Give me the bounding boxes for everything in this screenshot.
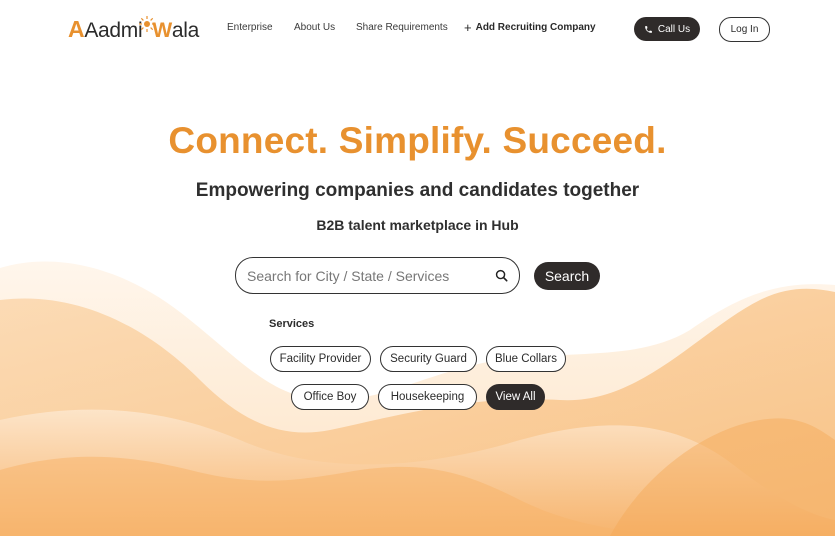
view-all-button[interactable]: View All [486, 384, 545, 410]
search-box [235, 257, 520, 294]
nav-add-recruiting-company[interactable]: + Add Recruiting Company [464, 19, 596, 35]
hero-tagline: B2B talent marketplace in Hub [316, 217, 519, 233]
hero-title: Connect. Simplify. Succeed. [168, 120, 667, 161]
site-header: AAadmi Wala Enterprise About Us Share Req… [0, 0, 835, 58]
service-chip-blue-collars[interactable]: Blue Collars [486, 346, 566, 372]
call-us-label: Call Us [657, 23, 691, 35]
logo-w: W [152, 18, 172, 42]
brand-logo[interactable]: AAadmi Wala [68, 14, 199, 44]
plus-icon: + [464, 19, 472, 35]
search-input[interactable] [247, 258, 487, 293]
services-label: Services [269, 318, 315, 330]
logo-text-end: ala [171, 18, 199, 42]
nav-enterprise[interactable]: Enterprise [227, 22, 273, 33]
call-us-button[interactable]: Call Us [634, 17, 700, 41]
service-chip-facility-provider[interactable]: Facility Provider [270, 346, 371, 372]
login-button[interactable]: Log In [719, 17, 770, 42]
nav-about-us[interactable]: About Us [294, 22, 335, 33]
service-chip-security-guard[interactable]: Security Guard [380, 346, 477, 372]
nav-share-requirements[interactable]: Share Requirements [356, 22, 448, 33]
search-icon[interactable] [495, 269, 508, 282]
service-chip-housekeeping[interactable]: Housekeeping [378, 384, 477, 410]
search-button[interactable]: Search [534, 262, 600, 290]
nav-add-label: Add Recruiting Company [475, 22, 596, 33]
phone-icon [645, 25, 652, 33]
logo-text: Aadmi [84, 18, 143, 42]
hero-subtitle: Empowering companies and candidates toge… [195, 180, 640, 201]
service-chip-office-boy[interactable]: Office Boy [291, 384, 369, 410]
